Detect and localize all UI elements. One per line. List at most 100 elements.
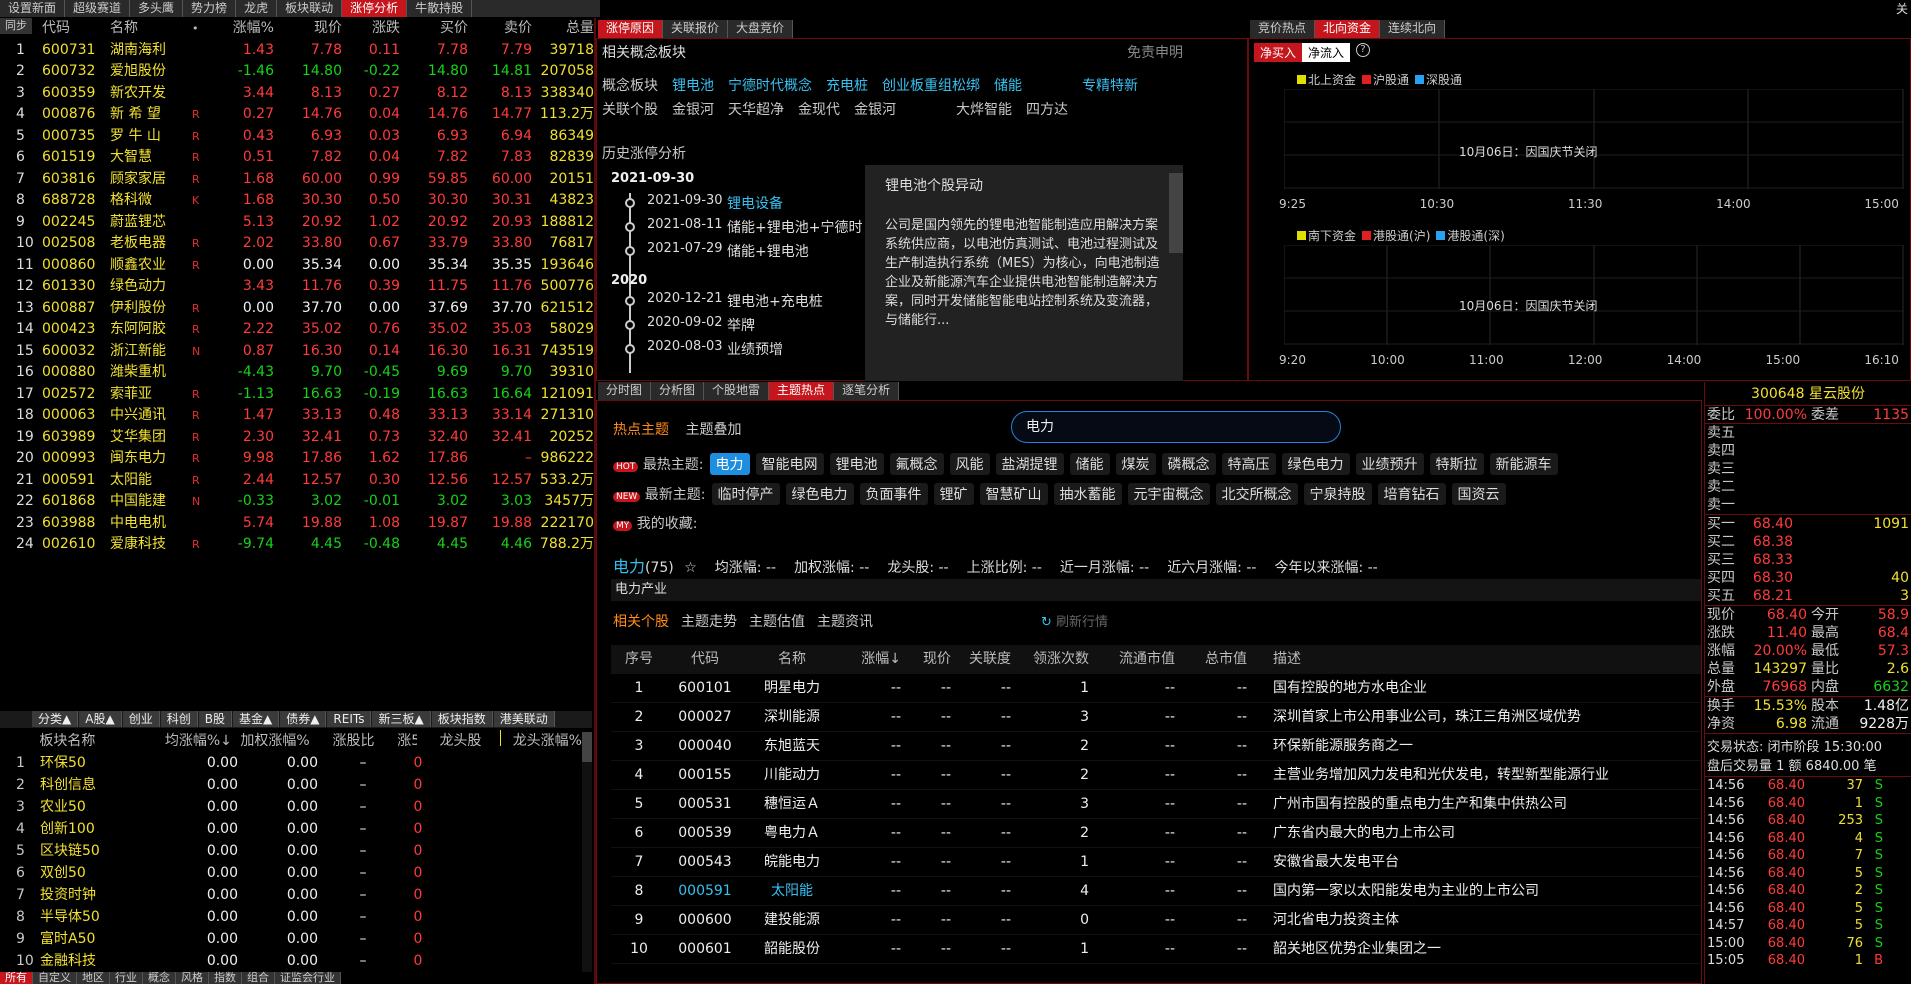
inner-tab[interactable]: 主题走势 <box>681 614 737 630</box>
sector-row[interactable]: 2 科创信息 0.00 0.00 – 0 <box>2 774 582 796</box>
new-theme-chip[interactable]: 智慧矿山 <box>979 483 1048 505</box>
related-stock[interactable]: 金银河 <box>672 102 714 118</box>
inner-tab[interactable]: 主题估值 <box>749 614 805 630</box>
overlay-theme-tab[interactable]: 主题叠加 <box>685 422 741 438</box>
stock-row[interactable]: 6 601519 大智慧 R 0.51 7.82 0.04 7.82 7.83 82839 <box>2 147 594 169</box>
bottom-tab[interactable]: 风格 <box>176 972 209 984</box>
concept-link[interactable]: 充电桩 <box>826 78 868 94</box>
stock-column-header[interactable]: 代码 <box>42 18 110 40</box>
stock-row[interactable]: 12 601330 绿色动力 3.43 11.76 0.39 11.75 11.76 50077… <box>2 276 594 298</box>
bottom-tab[interactable]: 指数 <box>209 972 242 984</box>
sector-tab[interactable]: 新三板▲ <box>372 711 431 727</box>
theme-column-header[interactable]: 总市值 <box>1175 645 1247 673</box>
bottom-tab[interactable]: 行业 <box>110 972 143 984</box>
related-stock[interactable]: 金银河 <box>854 102 896 118</box>
sector-column-header[interactable]: 龙头股 <box>417 730 505 752</box>
top-tab[interactable]: 设置新面 <box>0 0 66 17</box>
related-stock[interactable]: 金现代 <box>798 102 840 118</box>
stock-row[interactable]: 13 600887 伊利股份 R 0.00 37.70 0.00 37.69 37.70 6215… <box>2 298 594 320</box>
panel-tab[interactable]: 涨停原因 <box>598 20 664 38</box>
stock-row[interactable]: 11 000860 顺鑫农业 R 0.00 35.34 0.00 35.34 35.35 1936… <box>2 255 594 277</box>
stock-row[interactable]: 4 000876 新 希 望 R 0.27 14.76 0.04 14.76 14.77 113.… <box>2 104 594 126</box>
sector-tab[interactable]: 创业 <box>122 711 160 727</box>
sector-tab[interactable]: 科创 <box>160 711 198 727</box>
new-theme-chip[interactable]: 元宇宙概念 <box>1127 483 1210 505</box>
sector-tab[interactable]: REITs <box>327 711 372 727</box>
theme-column-header[interactable]: 现价 <box>901 645 951 673</box>
new-theme-chip[interactable]: 抽水蓄能 <box>1053 483 1122 505</box>
stock-row[interactable]: 19 603989 艾华集团 R 2.30 32.41 0.73 32.40 32.41 2025… <box>2 427 594 449</box>
popup-scrollbar[interactable] <box>1169 173 1183 253</box>
panel-tab[interactable]: 主题热点 <box>769 382 835 400</box>
bottom-tab[interactable]: 证监会行业 <box>275 972 341 984</box>
new-theme-chip[interactable]: 锂矿 <box>933 483 974 505</box>
stock-row[interactable]: 18 000063 中兴通讯 R 1.47 33.13 0.48 33.13 33.14 2713… <box>2 405 594 427</box>
theme-column-header[interactable]: 流通市值 <box>1089 645 1175 673</box>
stock-row[interactable]: 8 688728 格科微 K 1.68 30.30 0.50 30.30 30.31 43823 <box>2 190 594 212</box>
theme-stock-row[interactable]: 8 000591 太阳能 -- -- -- 4 -- -- 国内第一家以太阳能发电为主业的上市公司 <box>611 877 1701 906</box>
star-icon[interactable]: ☆ <box>684 560 697 576</box>
concept-link[interactable]: 储能 <box>994 78 1022 94</box>
stock-row[interactable]: 1 600731 湖南海利 1.43 7.78 0.11 7.78 7.79 39718 <box>2 40 594 62</box>
stock-row[interactable]: 17 002572 索菲亚 R -1.13 16.63 -0.19 16.63 16.64 121… <box>2 384 594 406</box>
theme-column-header[interactable]: 领涨次数 <box>1011 645 1089 673</box>
sector-column-header[interactable]: 加权涨幅% <box>232 730 309 752</box>
bottom-tab[interactable]: 所有 <box>0 972 33 984</box>
panel-tab[interactable]: 竞价热点 <box>1250 20 1316 38</box>
sector-tab[interactable]: 板块指数 <box>431 711 493 727</box>
close-icon[interactable]: 关 <box>1896 0 1908 17</box>
concept-link[interactable]: 宁德时代概念 <box>728 78 812 94</box>
history-text[interactable]: 举牌 <box>727 315 755 335</box>
theme-stock-row[interactable]: 10 000601 韶能股份 -- -- -- 1 -- -- 韶关地区优势企业集团之一 <box>611 935 1701 964</box>
sector-column-header[interactable]: 涨5%数 <box>397 730 416 752</box>
sector-row[interactable]: 3 农业50 0.00 0.00 – 0 <box>2 796 582 818</box>
sector-row[interactable]: 5 区块链50 0.00 0.00 – 0 <box>2 840 582 862</box>
theme-stock-row[interactable]: 1 600101 明星电力 -- -- -- 1 -- -- 国有控股的地方水电企业 <box>611 674 1701 703</box>
stock-row[interactable]: 10 002508 老板电器 R 2.02 33.80 0.67 33.79 33.80 7681… <box>2 233 594 255</box>
panel-tab[interactable]: 北向资金 <box>1315 20 1381 38</box>
hot-theme-chip[interactable]: 锂电池 <box>829 453 884 475</box>
concept-link[interactable]: 创业板重组松绑 <box>882 78 980 94</box>
stock-row[interactable]: 21 000591 太阳能 R 2.44 12.57 0.30 12.56 12.57 533.2… <box>2 470 594 492</box>
theme-stock-row[interactable]: 5 000531 穗恒运Ａ -- -- -- 3 -- -- 广州市国有控股的重点电力生产和集中供… <box>611 790 1701 819</box>
bottom-tab[interactable]: 地区 <box>77 972 110 984</box>
top-tab[interactable]: 牛散持股 <box>407 0 473 17</box>
history-text[interactable]: 业绩预增 <box>727 339 783 359</box>
sector-scrollbar[interactable] <box>582 732 592 972</box>
concept-link[interactable]: 专精特新 <box>1082 78 1138 94</box>
bottom-tab[interactable]: 自定义 <box>33 972 77 984</box>
inner-tab[interactable]: 主题资讯 <box>817 614 873 630</box>
hot-theme-chip[interactable]: 智能电网 <box>755 453 824 475</box>
hot-theme-chip[interactable]: 电力 <box>709 453 750 475</box>
theme-column-header[interactable]: 序号 <box>611 645 667 673</box>
stock-row[interactable]: 3 600359 新农开发 3.44 8.13 0.27 8.12 8.13 338340 <box>2 83 594 105</box>
hot-theme-tab[interactable]: 热点主题 <box>613 422 669 438</box>
hot-theme-chip[interactable]: 特高压 <box>1221 453 1276 475</box>
sector-tab[interactable]: A股▲ <box>79 711 122 727</box>
hot-theme-chip[interactable]: 新能源车 <box>1489 453 1558 475</box>
history-text[interactable]: 锂电池+充电桩 <box>727 291 823 311</box>
bottom-tab[interactable]: 组合 <box>242 972 275 984</box>
stock-row[interactable]: 22 601868 中国能建 N -0.33 3.02 -0.01 3.02 3.03 3457万 <box>2 491 594 513</box>
theme-stock-row[interactable]: 2 000027 深圳能源 -- -- -- 3 -- -- 深圳首家上市公用事业公司，珠江三角洲… <box>611 703 1701 732</box>
top-tab[interactable]: 涨停分析 <box>342 0 408 17</box>
related-stock[interactable]: 四方达 <box>1026 102 1068 118</box>
sector-row[interactable]: 4 创新100 0.00 0.00 – 0 <box>2 818 582 840</box>
panel-tab[interactable]: 连续北向 <box>1380 20 1446 38</box>
bottom-tab[interactable]: 概念 <box>143 972 176 984</box>
top-tab[interactable]: 超级赛道 <box>65 0 131 17</box>
new-theme-chip[interactable]: 培育钻石 <box>1377 483 1446 505</box>
sector-tab[interactable]: B股 <box>198 711 232 727</box>
related-stock[interactable]: 大烨智能 <box>956 102 1012 118</box>
new-theme-chip[interactable]: 绿色电力 <box>785 483 854 505</box>
hot-theme-chip[interactable]: 磷概念 <box>1161 453 1216 475</box>
theme-stock-row[interactable]: 4 000155 川能动力 -- -- -- 2 -- -- 主营业务增加风力发电和光伏发电，转型… <box>611 761 1701 790</box>
sector-tab[interactable]: 分类▲ <box>32 711 79 727</box>
hot-theme-chip[interactable]: 特斯拉 <box>1429 453 1484 475</box>
top-tab[interactable]: 龙虎 <box>236 0 278 17</box>
theme-column-header[interactable]: 关联度 <box>951 645 1011 673</box>
sector-column-header[interactable]: 板块名称 <box>39 730 154 752</box>
related-stock[interactable]: 天华超净 <box>728 102 784 118</box>
new-theme-chip[interactable]: 北交所概念 <box>1215 483 1298 505</box>
stock-row[interactable]: 7 603816 顾家家居 R 1.68 60.00 0.99 59.85 60.00 20151 <box>2 169 594 191</box>
